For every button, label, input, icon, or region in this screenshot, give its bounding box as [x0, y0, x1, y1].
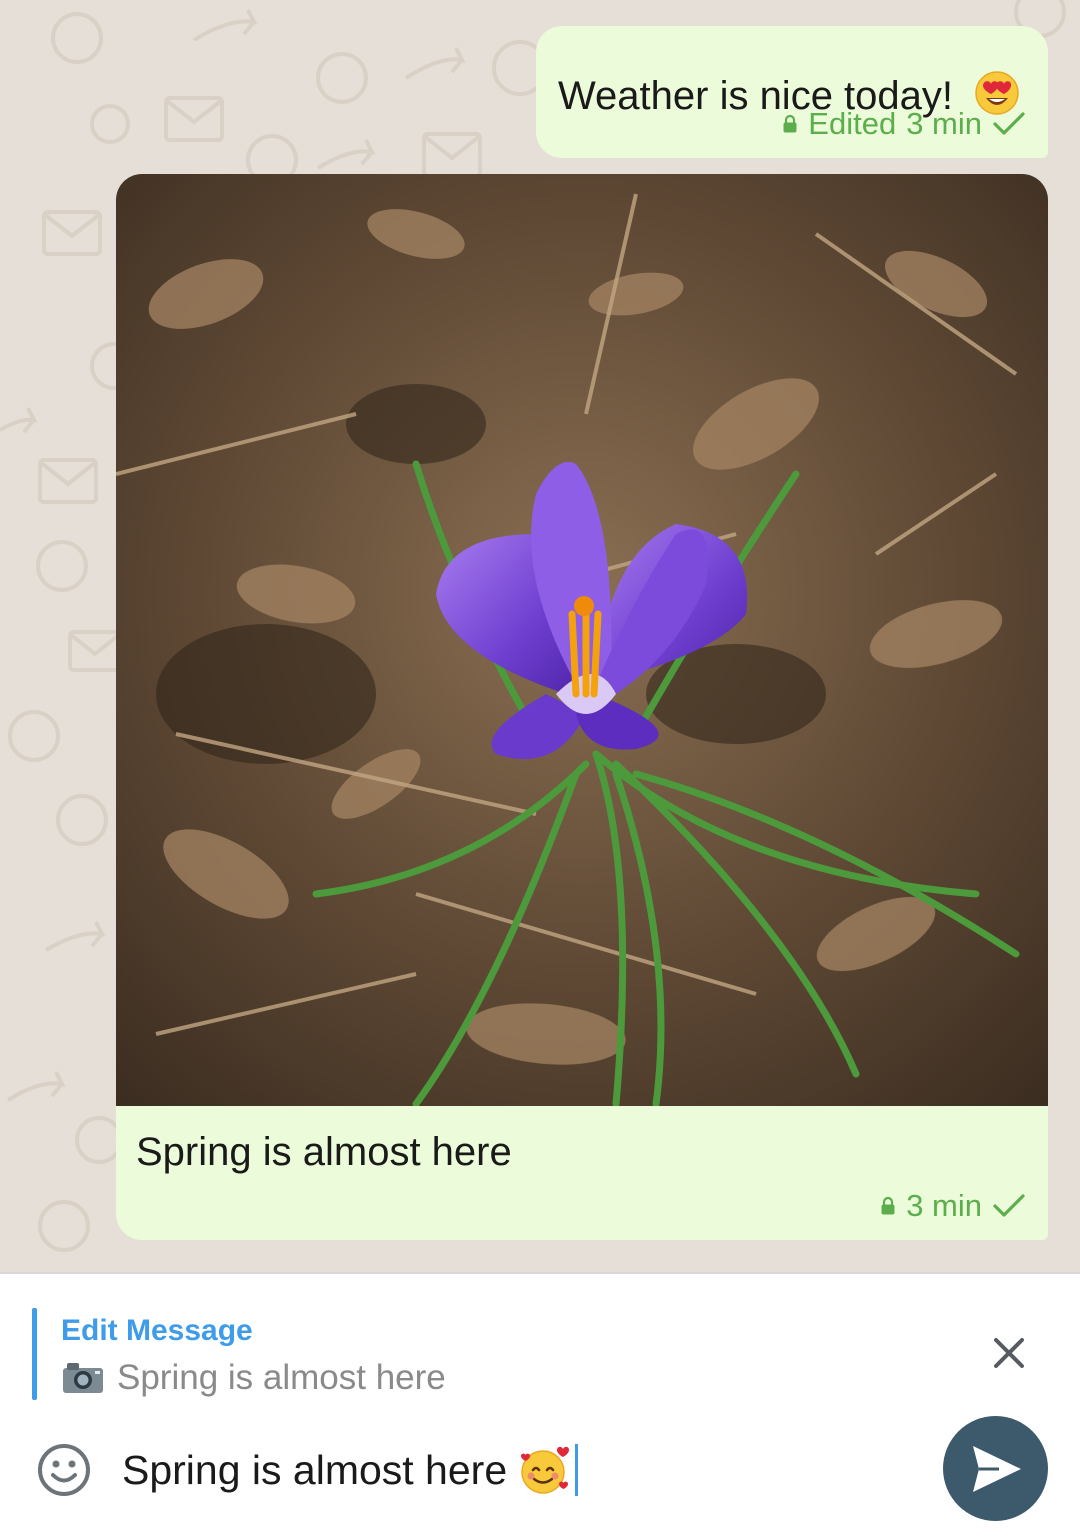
sent-check-icon [993, 1194, 1025, 1217]
sent-check-icon [993, 112, 1025, 135]
composer-panel: Edit Message Spring is almost here Sprin… [0, 1272, 1080, 1538]
message-meta: Edited 3 min [782, 106, 1026, 142]
message-time: 3 min [906, 106, 982, 141]
message-time: 3 min [906, 1188, 982, 1223]
message-input[interactable]: Spring is almost here [122, 1444, 579, 1496]
chat-background: Weather is nice today! Edited 3 min Spri… [0, 0, 1080, 1272]
edit-preview-text: Spring is almost here [117, 1358, 446, 1397]
edit-message-title: Edit Message [61, 1314, 253, 1347]
send-icon [973, 1446, 1021, 1492]
smiling-hearts-emoji-icon [521, 1446, 570, 1494]
message-input-text: Spring is almost here [122, 1446, 508, 1493]
send-button[interactable] [943, 1416, 1048, 1521]
message-bubble-photo[interactable]: Spring is almost here 3 min [116, 174, 1048, 1240]
close-icon[interactable] [988, 1332, 1030, 1374]
edit-indicator-bar [32, 1308, 37, 1400]
edit-preview: Spring is almost here [61, 1358, 446, 1398]
emoji-picker-icon[interactable] [36, 1442, 92, 1498]
message-bubble-weather[interactable]: Weather is nice today! Edited 3 min [536, 26, 1048, 158]
lock-icon [881, 1196, 895, 1215]
lock-icon [783, 114, 797, 133]
edited-label: Edited [808, 106, 897, 141]
crocus-photo[interactable] [116, 174, 1048, 1106]
text-caret [575, 1444, 579, 1496]
camera-icon [63, 1363, 103, 1393]
photo-caption: Spring is almost here [136, 1130, 512, 1174]
photo-message-meta: 3 min [880, 1188, 1026, 1224]
